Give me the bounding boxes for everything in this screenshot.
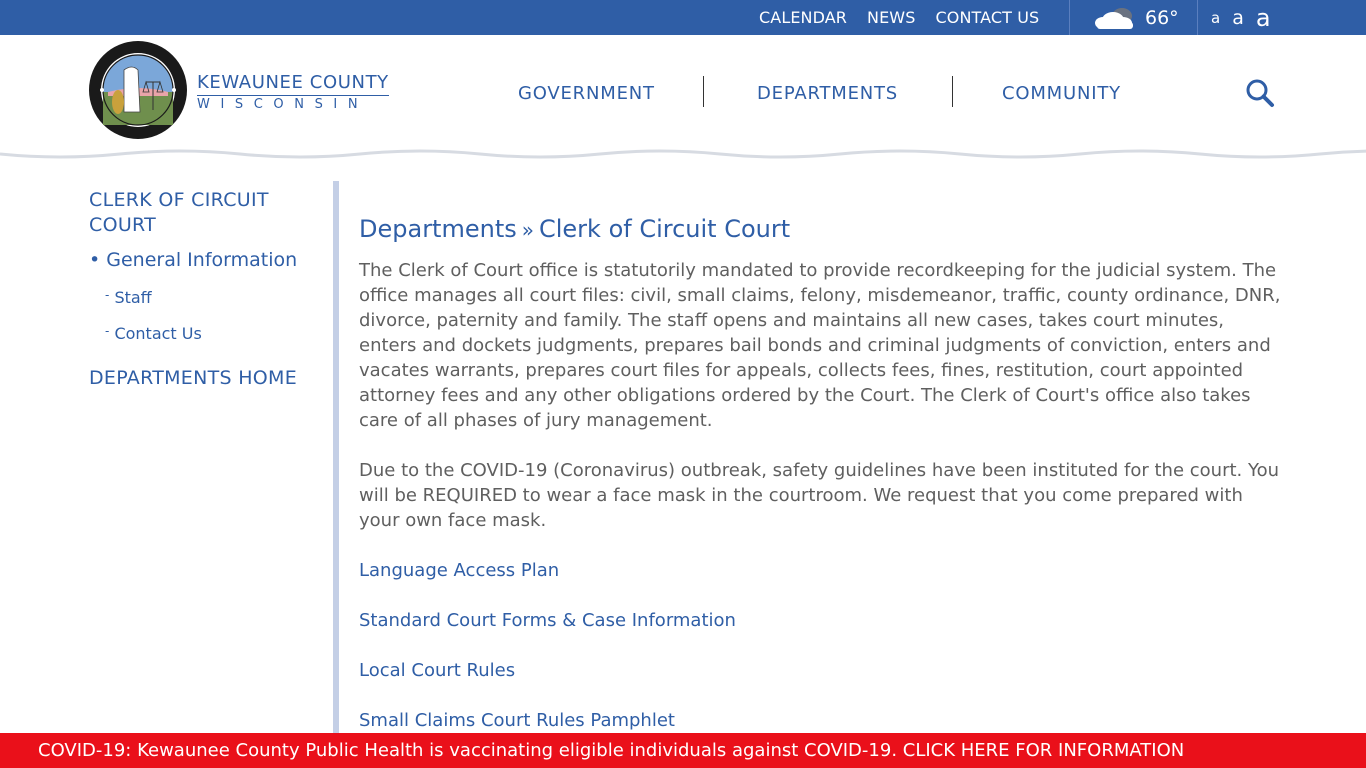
main-content: Departments» Clerk of Circuit Court The C… xyxy=(359,212,1284,733)
dash-icon: - xyxy=(105,288,110,302)
font-size-small[interactable]: a xyxy=(1211,9,1220,27)
font-size-medium[interactable]: a xyxy=(1232,7,1244,29)
top-utility-bar: CALENDAR NEWS CONTACT US 66° a a a xyxy=(0,0,1366,35)
nav-divider xyxy=(703,76,704,107)
news-link[interactable]: NEWS xyxy=(867,8,915,27)
cloudy-icon xyxy=(1095,7,1133,29)
sidebar-item-label: Staff xyxy=(114,288,152,307)
county-seal-logo[interactable] xyxy=(88,40,188,140)
sidebar-item-general-information[interactable]: • General Information xyxy=(89,249,297,271)
sidebar-item-contact-us[interactable]: - Contact Us xyxy=(105,324,202,343)
local-court-rules-link[interactable]: Local Court Rules xyxy=(359,658,1284,683)
state-name: WISCONSIN xyxy=(197,97,369,112)
utility-divider xyxy=(1197,0,1198,35)
weather-widget[interactable]: 66° xyxy=(1093,0,1179,35)
covid-alert-banner[interactable]: COVID-19: Kewaunee County Public Health … xyxy=(0,733,1366,768)
breadcrumb-separator: » xyxy=(521,218,534,242)
breadcrumb: Departments» Clerk of Circuit Court xyxy=(359,212,1284,247)
sidebar-item-label: Contact Us xyxy=(114,324,202,343)
county-name: KEWAUNEE COUNTY xyxy=(197,72,389,96)
small-claims-pamphlet-link[interactable]: Small Claims Court Rules Pamphlet xyxy=(359,708,1284,733)
language-access-plan-link[interactable]: Language Access Plan xyxy=(359,558,1284,583)
temperature: 66° xyxy=(1145,6,1179,29)
breadcrumb-departments[interactable]: Departments xyxy=(359,215,517,243)
section-sidebar: CLERK OF CIRCUIT COURT • General Informa… xyxy=(89,188,319,389)
departments-home-link[interactable]: DEPARTMENTS HOME xyxy=(89,367,297,389)
nav-government[interactable]: GOVERNMENT xyxy=(518,83,655,104)
page-title: Clerk of Circuit Court xyxy=(538,215,791,243)
covid-paragraph: Due to the COVID-19 (Coronavirus) outbre… xyxy=(359,460,1279,531)
contact-us-link[interactable]: CONTACT US xyxy=(935,8,1039,27)
nav-divider xyxy=(952,76,953,107)
utility-divider xyxy=(1069,0,1070,35)
court-forms-link[interactable]: Standard Court Forms & Case Information xyxy=(359,608,1284,633)
font-size-controls: a a a xyxy=(1211,0,1283,35)
sidebar-rule xyxy=(333,181,339,741)
sidebar-item-label: General Information xyxy=(106,249,298,271)
search-icon[interactable] xyxy=(1245,78,1275,108)
calendar-link[interactable]: CALENDAR xyxy=(759,8,847,27)
utility-links: CALENDAR NEWS CONTACT US xyxy=(759,0,1059,35)
bullet-icon: • xyxy=(89,249,101,271)
sidebar-section-title[interactable]: CLERK OF CIRCUIT COURT xyxy=(89,188,319,238)
nav-community[interactable]: COMMUNITY xyxy=(1002,83,1121,104)
sidebar-item-staff[interactable]: - Staff xyxy=(105,288,152,307)
font-size-large[interactable]: a xyxy=(1256,4,1271,32)
header-wave-divider xyxy=(0,149,1366,164)
dash-icon: - xyxy=(105,324,110,338)
intro-paragraph: The Clerk of Court office is statutorily… xyxy=(359,260,1281,431)
site-brand[interactable]: KEWAUNEE COUNTY WISCONSIN xyxy=(197,72,389,114)
nav-departments[interactable]: DEPARTMENTS xyxy=(757,83,898,104)
